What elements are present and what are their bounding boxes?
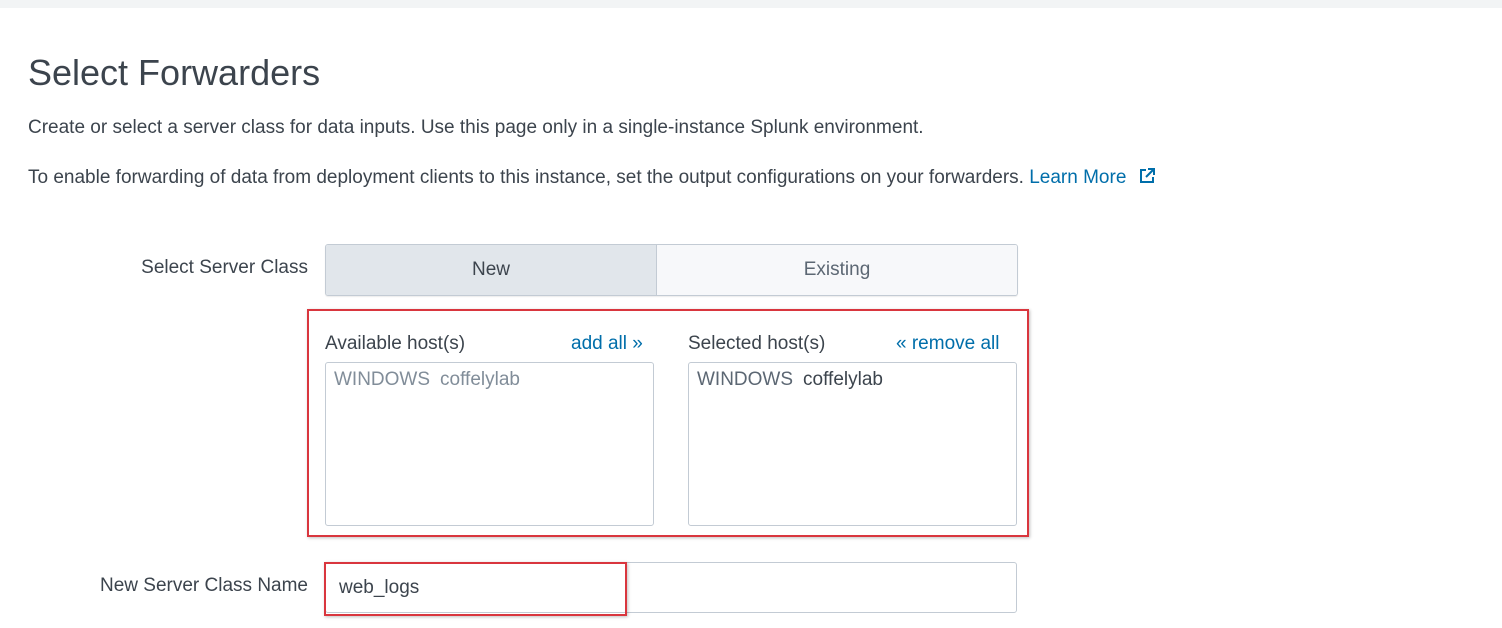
host-name-label: coffelylab — [803, 369, 883, 390]
available-host-item[interactable]: WINDOWS coffelylab — [334, 368, 645, 392]
page-title: Select Forwarders — [28, 52, 321, 93]
available-hosts-title: Available host(s) — [325, 333, 466, 354]
external-link-icon — [1140, 168, 1156, 183]
forwarding-note-text: To enable forwarding of data from deploy… — [28, 167, 1024, 188]
remove-all-link[interactable]: « remove all — [896, 332, 1000, 356]
add-all-link[interactable]: add all » — [571, 332, 643, 356]
selected-host-item[interactable]: WINDOWS coffelylab — [697, 368, 1008, 392]
forwarding-note: To enable forwarding of data from deploy… — [28, 166, 1156, 190]
new-server-class-name-input[interactable] — [325, 562, 1017, 613]
learn-more-label: Learn More — [1029, 167, 1127, 188]
host-name-label: coffelylab — [440, 369, 520, 390]
host-os-label: WINDOWS — [334, 369, 431, 390]
server-class-existing-button[interactable]: Existing — [657, 245, 1017, 295]
server-class-label: Select Server Class — [141, 257, 308, 278]
new-server-class-name-label: New Server Class Name — [100, 575, 308, 596]
top-bar — [0, 0, 1502, 8]
server-class-new-button[interactable]: New — [326, 245, 657, 295]
selected-hosts-title: Selected host(s) — [688, 333, 826, 354]
selected-hosts-list[interactable]: WINDOWS coffelylab — [688, 362, 1017, 526]
available-hosts-list[interactable]: WINDOWS coffelylab — [325, 362, 654, 526]
learn-more-link[interactable]: Learn More — [1029, 167, 1156, 188]
server-class-toggle: New Existing — [325, 244, 1018, 296]
page-description: Create or select a server class for data… — [28, 117, 924, 138]
host-os-label: WINDOWS — [697, 369, 794, 390]
